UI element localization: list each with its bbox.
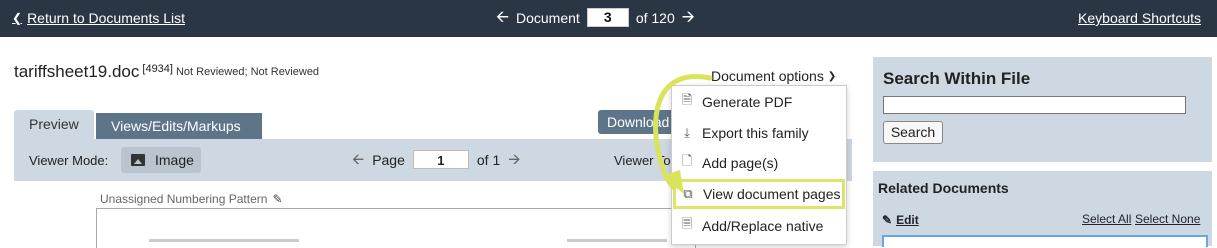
page-number-input[interactable]: 1	[412, 150, 469, 169]
menu-item-generate-pdf[interactable]: 🗎 Generate PDF	[672, 87, 846, 117]
next-document-arrow-icon[interactable]: 🡪	[682, 9, 695, 26]
numbering-pattern: Unassigned Numbering Pattern ✎	[100, 192, 283, 206]
download-icon: ⤓	[684, 125, 690, 140]
select-none-link[interactable]: Select None	[1135, 212, 1200, 226]
search-within-file-panel: Search Within File Search	[873, 57, 1212, 162]
search-within-file-input[interactable]	[883, 96, 1186, 114]
image-icon	[131, 154, 145, 166]
document-options-menu: 🗎 Generate PDF ⤓ Export this family 🗋 Ad…	[671, 85, 847, 245]
menu-item-label: Add page(s)	[702, 155, 779, 171]
pdf-icon: 🗎	[681, 92, 693, 107]
menu-item-export-family[interactable]: ⤓ Export this family	[672, 118, 846, 148]
document-label: Document	[516, 9, 580, 26]
return-link-label: Return to Documents List	[27, 10, 186, 26]
review-status: Not Reviewed; Not Reviewed	[175, 66, 320, 78]
menu-item-label: Add/Replace native	[702, 218, 824, 234]
menu-item-label: Generate PDF	[702, 94, 793, 110]
tab-preview[interactable]: Preview	[14, 110, 94, 141]
menu-item-add-pages[interactable]: 🗋 Add page(s)	[672, 148, 846, 178]
pencil-icon: ✎	[882, 213, 893, 227]
menu-item-label: View document pages	[703, 186, 841, 202]
previous-page-arrow-icon[interactable]: 🡨	[352, 151, 364, 168]
download-button[interactable]: Download	[598, 110, 674, 134]
previous-document-arrow-icon[interactable]: 🡨	[496, 9, 509, 26]
search-button[interactable]: Search	[883, 121, 943, 144]
top-bar: ❮ Return to Documents List 🡨 Document 3 …	[0, 0, 1217, 37]
document-page-preview	[96, 208, 696, 248]
menu-item-view-document-pages[interactable]: ⧉ View document pages	[673, 179, 845, 209]
menu-item-add-replace-native[interactable]: 🗏 Add/Replace native	[672, 211, 846, 241]
related-edit-link[interactable]: ✎ Edit	[882, 213, 919, 227]
keyboard-shortcuts-link[interactable]: Keyboard Shortcuts	[1078, 10, 1201, 26]
numbering-pattern-label: Unassigned Numbering Pattern	[100, 192, 268, 206]
document-options-dropdown[interactable]: Document options ❯	[711, 68, 836, 84]
document-title: tariffsheet19.doc [4934] Not Reviewed; Not…	[14, 62, 319, 82]
copy-pages-icon: ⧉	[683, 186, 693, 201]
image-mode-button[interactable]: Image	[121, 147, 201, 173]
page-total: of 1	[476, 151, 501, 168]
image-mode-label: Image	[155, 152, 194, 168]
page-navigator: 🡨 Page 1 of 1 🡪	[352, 150, 520, 169]
tab-views-edits-markups[interactable]: Views/Edits/Markups	[96, 113, 262, 139]
viewer-mode-label: Viewer Mode:	[29, 153, 109, 168]
document-number-input[interactable]: 3	[586, 8, 629, 27]
document-id: [4934]	[142, 63, 173, 75]
viewer-tools-label: Viewer To	[614, 153, 671, 168]
menu-item-label: Export this family	[702, 125, 809, 141]
page-label: Page	[372, 151, 405, 168]
related-documents-list	[882, 235, 1208, 247]
document-options-label: Document options	[711, 68, 824, 84]
document-navigator: 🡨 Document 3 of 120 🡪	[496, 8, 695, 27]
search-panel-title: Search Within File	[883, 69, 1031, 88]
related-documents-panel: Related Documents ✎ Edit Select All Sele…	[873, 171, 1212, 247]
next-page-arrow-icon[interactable]: 🡪	[508, 151, 520, 168]
pencil-icon[interactable]: ✎	[272, 192, 282, 206]
return-to-documents-link[interactable]: ❮ Return to Documents List	[12, 10, 185, 26]
edit-label: Edit	[896, 213, 919, 227]
document-filename: tariffsheet19.doc	[14, 62, 140, 81]
chevron-left-icon: ❮	[12, 11, 23, 25]
replace-file-icon: 🗏	[681, 216, 693, 231]
select-all-link[interactable]: Select All	[1082, 212, 1131, 226]
add-page-icon: 🗋	[681, 153, 693, 168]
document-total: of 120	[635, 9, 675, 26]
chevron-down-icon: ❯	[827, 70, 837, 82]
related-documents-title: Related Documents	[878, 180, 1009, 196]
